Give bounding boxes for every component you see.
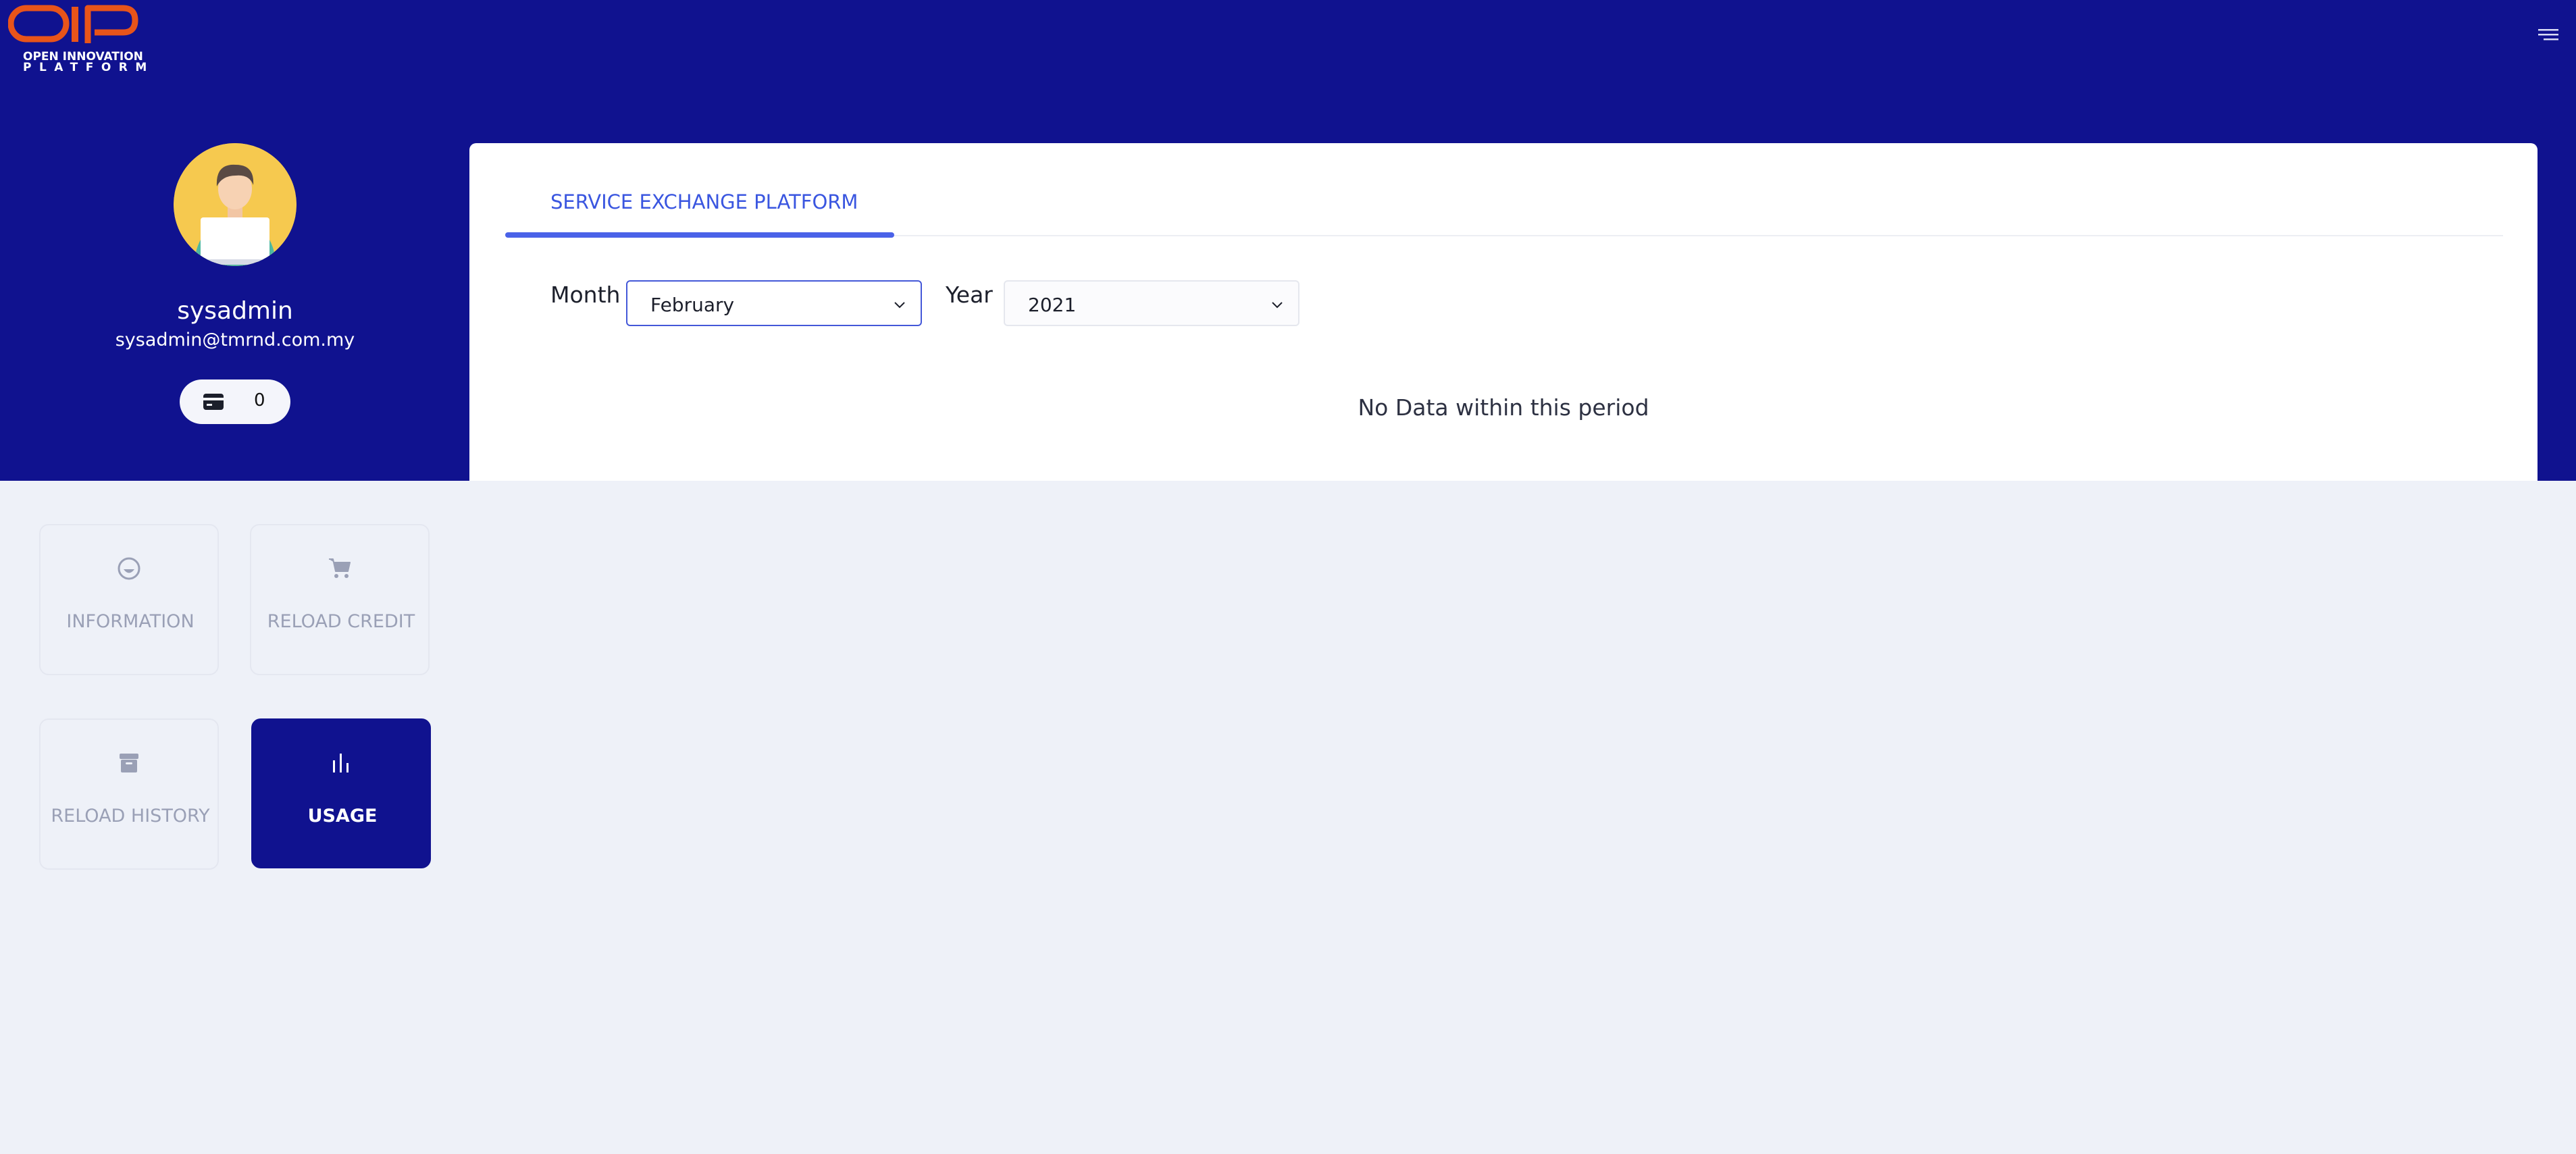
credit-balance-badge[interactable]: 0: [180, 379, 290, 424]
profile-username: sysadmin: [177, 297, 293, 325]
nav-tile-information[interactable]: INFORMATION: [39, 524, 219, 675]
oip-logo-mark-icon: [7, 5, 138, 43]
year-select[interactable]: 2021: [1004, 280, 1299, 326]
chevron-down-icon: [894, 302, 905, 309]
smile-icon: [118, 557, 140, 580]
nav-tile-label: INFORMATION: [66, 611, 195, 632]
chevron-down-icon: [1272, 302, 1283, 309]
menu-button[interactable]: [2534, 24, 2562, 45]
nav-tile-reload-credit[interactable]: RELOAD CREDIT: [250, 524, 430, 675]
nav-tile-icon-wrap: [41, 750, 217, 779]
empty-state-message: No Data within this period: [1358, 394, 1649, 421]
month-label: Month: [550, 282, 621, 308]
avatar[interactable]: [174, 143, 297, 266]
nav-tile-icon-wrap: [251, 555, 428, 585]
nav-tile-icon-wrap: [253, 750, 430, 779]
year-select-value: 2021: [1028, 294, 1077, 316]
tab-service-exchange-platform[interactable]: SERVICE EXCHANGE PLATFORM: [550, 190, 858, 213]
nav-tile-reload-history[interactable]: RELOAD HISTORY: [39, 718, 219, 870]
nav-tile-label: USAGE: [307, 806, 378, 827]
year-label: Year: [946, 282, 993, 308]
bar-chart-icon: [333, 754, 349, 772]
usage-card: SERVICE EXCHANGE PLATFORM Month February…: [469, 143, 2538, 481]
archive-icon: [120, 754, 138, 772]
nav-tile-icon-wrap: [41, 555, 217, 585]
cart-icon: [329, 558, 351, 578]
header: OPEN INNOVATION PLATFORM sysadmin sysadm…: [0, 0, 2576, 481]
user-avatar-icon: [174, 143, 297, 266]
profile-email: sysadmin@tmrnd.com.my: [115, 330, 355, 350]
logo-text: OPEN INNOVATION PLATFORM: [23, 51, 155, 74]
nav-tile-usage[interactable]: USAGE: [251, 718, 431, 868]
credit-balance-value: 0: [254, 390, 265, 411]
active-tab-indicator: [505, 232, 894, 238]
hamburger-menu-icon: [2538, 29, 2558, 41]
nav-tile-label: RELOAD HISTORY: [51, 806, 210, 827]
oip-logo[interactable]: OPEN INNOVATION PLATFORM: [7, 4, 155, 74]
month-select-value: February: [650, 294, 735, 316]
month-select[interactable]: February: [626, 280, 922, 326]
credit-card-icon: [203, 394, 224, 410]
nav-tile-label: RELOAD CREDIT: [267, 611, 415, 632]
logo-line-2: PLATFORM: [23, 61, 155, 74]
